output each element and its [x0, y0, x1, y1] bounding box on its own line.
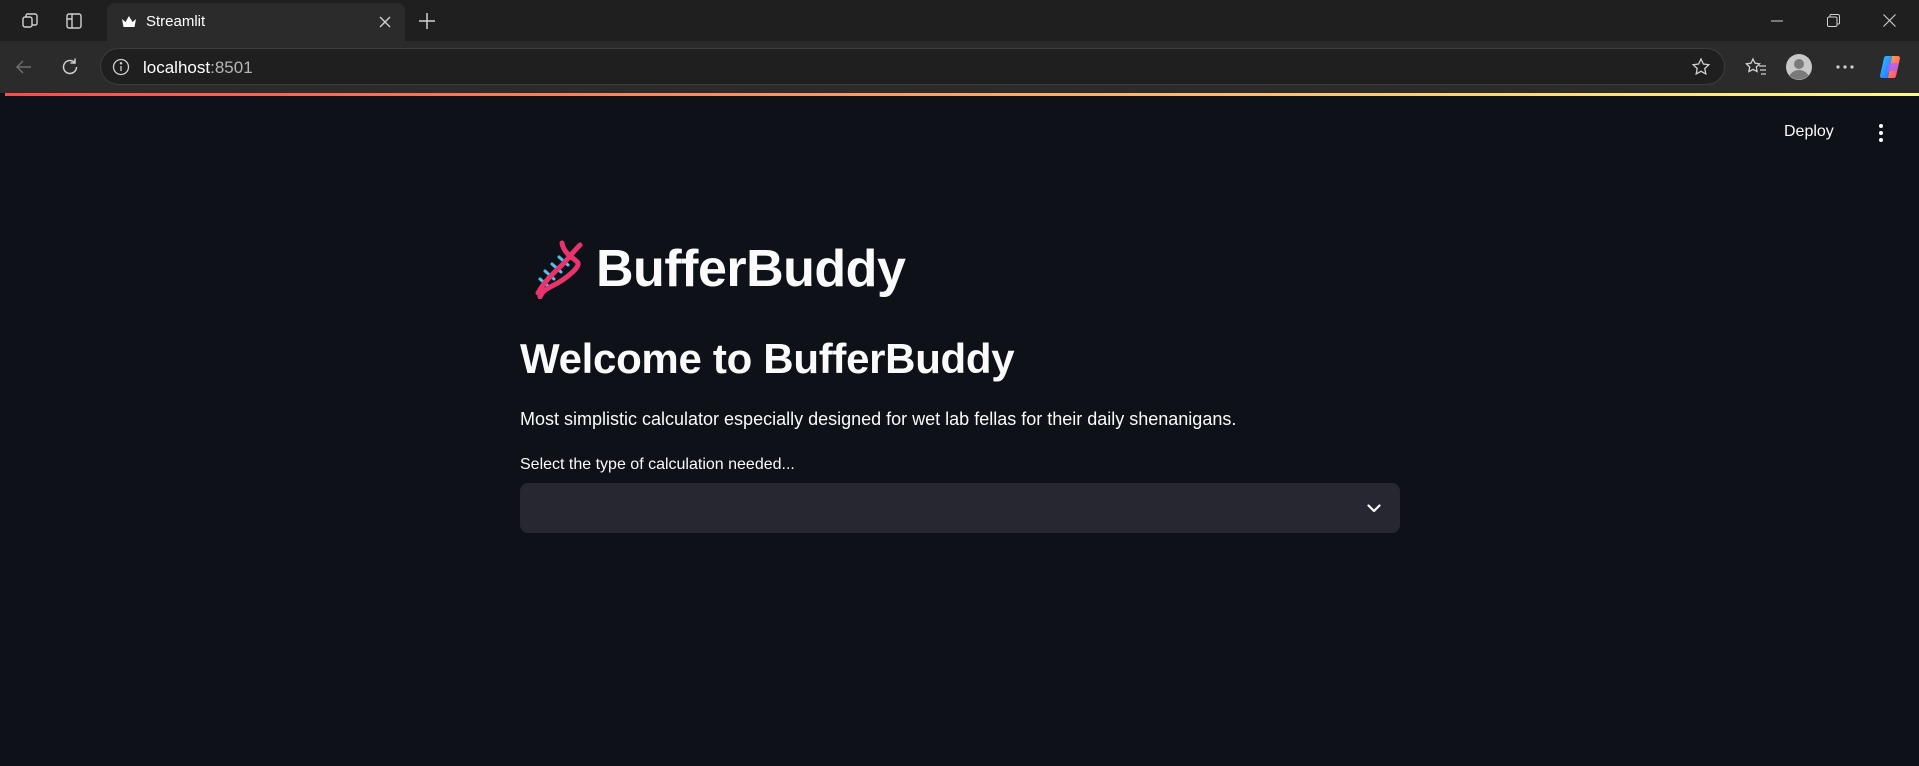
close-tab-icon[interactable]	[375, 12, 395, 32]
tab-title: Streamlit	[146, 13, 206, 30]
main-menu-icon[interactable]	[1867, 119, 1895, 147]
more-icon[interactable]	[1829, 51, 1861, 83]
streamlit-crown-icon	[119, 12, 139, 32]
url-host: localhost	[143, 58, 211, 77]
chevron-down-icon[interactable]	[1364, 498, 1384, 518]
active-tab[interactable]: Streamlit	[107, 3, 405, 41]
dna-icon	[535, 240, 583, 299]
browser-tab-bar: Streamlit	[0, 0, 1919, 41]
url-text: localhost:8501	[143, 58, 253, 78]
star-icon[interactable]	[1690, 56, 1712, 78]
window-close-icon[interactable]	[1859, 0, 1919, 41]
app-description: Most simplistic calculator especially de…	[520, 409, 1237, 429]
deploy-button[interactable]: Deploy	[1778, 119, 1840, 145]
back-icon[interactable]	[10, 53, 38, 81]
refresh-icon[interactable]	[56, 53, 84, 81]
calculation-select-label: Select the type of calculation needed...	[520, 456, 795, 473]
streamlit-app: Deploy BufferBuddy Welcome to BufferBudd…	[5, 93, 1919, 766]
main-content: BufferBuddy Welcome to BufferBuddy Most …	[520, 233, 1405, 533]
favorites-icon[interactable]	[1740, 51, 1772, 83]
workspaces-icon[interactable]	[18, 9, 42, 33]
vertical-tabs-icon[interactable]	[62, 9, 86, 33]
minimize-icon[interactable]	[1747, 0, 1807, 41]
browser-toolbar: localhost:8501	[0, 41, 1919, 93]
welcome-heading: Welcome to BufferBuddy	[520, 335, 1015, 382]
url-port: :8501	[210, 58, 253, 77]
new-tab-icon[interactable]	[414, 8, 440, 34]
header-decoration-bar	[5, 93, 1919, 96]
calculation-type-select[interactable]	[520, 483, 1400, 533]
app-title: BufferBuddy	[596, 240, 906, 298]
profile-icon[interactable]	[1783, 51, 1815, 83]
copilot-icon[interactable]	[1876, 51, 1908, 83]
address-bar[interactable]: localhost:8501	[100, 48, 1725, 85]
restore-icon[interactable]	[1803, 0, 1863, 41]
app-title-row: BufferBuddy	[532, 233, 1405, 305]
info-icon[interactable]	[111, 57, 131, 77]
